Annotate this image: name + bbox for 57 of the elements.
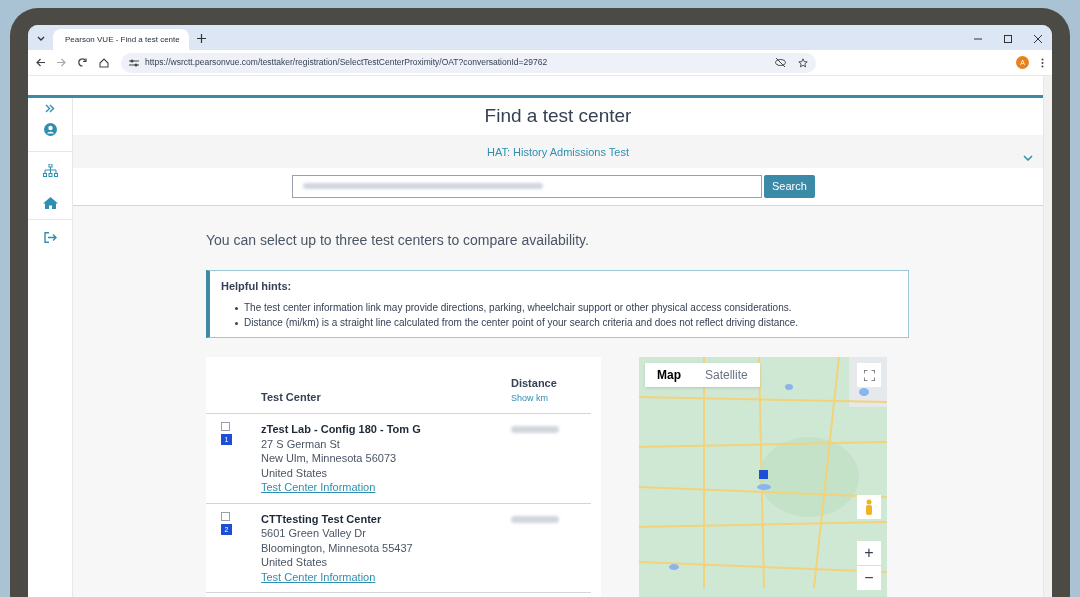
address-line: New Ulm, Minnesota 56073	[261, 451, 398, 466]
show-km-link[interactable]: Show km	[511, 391, 557, 405]
url-text: https://wsrctt.pearsonvue.com/testtaker/registration/SelectTestCenterProximity/OAT?conversationId=29762	[145, 56, 548, 69]
hint-text: The test center information link may provide directions, parking, wheelchair support or other physical access considerations.	[244, 301, 792, 315]
reload-icon[interactable]	[78, 58, 87, 67]
chevron-icon	[1023, 155, 1033, 162]
map-type-tab[interactable]: Satellite	[693, 363, 760, 387]
tab-list-icon[interactable]	[37, 36, 45, 41]
search-field[interactable]	[292, 174, 762, 198]
zoom-out-button[interactable]: −	[857, 566, 881, 590]
intro-text: You can select up to three test centers to compare availability.	[206, 230, 590, 250]
minimize-icon[interactable]	[974, 35, 982, 43]
select-checkbox[interactable]	[221, 511, 230, 521]
address-bar[interactable]: https://wsrctt.pearsonvue.com/testtaker/registration/SelectTestCenterProximity/OAT?conversationId=29762	[121, 52, 816, 73]
hint-text: Distance (mi/km) is a straight line calculated from the center point of your search criteria and does not reflect driving distance.	[244, 315, 799, 330]
address-line: Bloomington, Minnesota 55437	[261, 540, 414, 555]
bullet-icon	[235, 307, 238, 310]
redacted-distance	[511, 515, 559, 523]
logout-icon[interactable]	[43, 232, 57, 243]
fullscreen-icon	[863, 369, 875, 381]
user-icon[interactable]	[43, 123, 57, 136]
bookmark-star-icon[interactable]	[798, 57, 808, 68]
street-view-button[interactable]	[857, 495, 881, 519]
person-icon	[865, 499, 873, 515]
bullet-icon	[235, 321, 238, 325]
center-name: CTTtesting Test Center	[261, 511, 383, 526]
address-line: United States	[261, 465, 329, 480]
map-type-tab[interactable]: Map	[645, 363, 693, 387]
address-line: 27 S German St	[261, 436, 341, 451]
expand-icon[interactable]	[45, 104, 55, 113]
fullscreen-button[interactable]	[857, 363, 881, 387]
site-settings-icon[interactable]	[129, 58, 139, 67]
zoom-in-button[interactable]: +	[857, 541, 881, 565]
select-checkbox[interactable]	[221, 422, 230, 431]
redacted-distance	[511, 426, 559, 433]
sitemap-icon[interactable]	[42, 164, 58, 177]
info-link[interactable]: Test Center Information	[261, 570, 376, 583]
info-link[interactable]: Test Center Information	[261, 481, 376, 493]
column-header: Test Center	[261, 389, 322, 405]
back-icon[interactable]	[36, 58, 45, 67]
address-line: United States	[261, 555, 329, 570]
eye-slash-icon[interactable]	[775, 58, 786, 67]
exam-name: HAT: History Admissions Test	[487, 144, 629, 160]
map-marker-icon	[759, 470, 768, 479]
forward-icon[interactable]	[57, 58, 66, 67]
page-title: Find a test center	[484, 104, 632, 129]
column-header: Distance	[511, 376, 557, 391]
scrollbar-track[interactable]	[1043, 76, 1052, 597]
center-name: zTest Lab - Config 180 - Tom G	[261, 422, 422, 437]
maximize-icon[interactable]	[1004, 35, 1012, 43]
search-button[interactable]: Search	[764, 174, 815, 198]
new-tab-icon[interactable]	[197, 34, 206, 43]
close-icon[interactable]	[1034, 35, 1042, 43]
home-icon[interactable]	[99, 57, 109, 68]
address-line: 5601 Green Valley Dr	[261, 526, 367, 541]
menu-icon[interactable]	[1041, 57, 1044, 68]
hints-title: Helpful hints:	[221, 278, 293, 294]
